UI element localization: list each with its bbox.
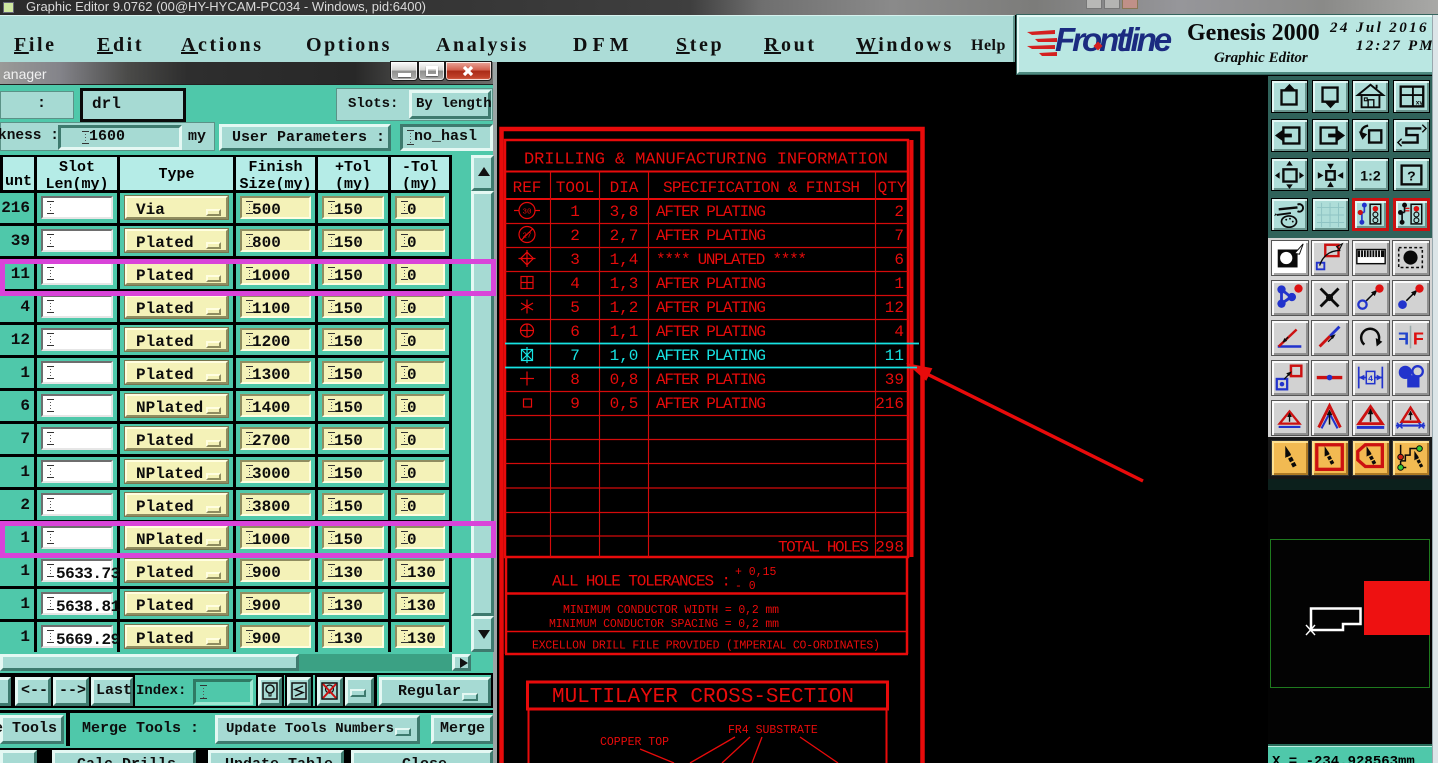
svg-text:DIA: DIA [610, 179, 639, 197]
svg-text:2: 2 [894, 203, 904, 221]
svg-text:AFTER PLATING: AFTER PLATING [656, 275, 766, 293]
svg-text:1,2: 1,2 [610, 299, 639, 317]
svg-text:SPECIFICATION & FINISH: SPECIFICATION & FINISH [663, 179, 860, 197]
svg-text:298: 298 [875, 539, 904, 557]
svg-text:MULTILAYER CROSS-SECTION: MULTILAYER CROSS-SECTION [552, 686, 854, 709]
svg-text:11: 11 [885, 347, 904, 365]
svg-text:F: F [1413, 329, 1424, 349]
svg-text:AFTER PLATING: AFTER PLATING [656, 299, 766, 317]
svg-text:AFTER PLATING: AFTER PLATING [656, 203, 766, 221]
svg-text:DRILLING & MANUFACTURING INFOR: DRILLING & MANUFACTURING INFORMATION [524, 151, 888, 170]
svg-text:AFTER PLATING: AFTER PLATING [656, 227, 766, 245]
svg-text:- 0: - 0 [735, 580, 756, 593]
svg-text:MINIMUM CONDUCTOR SPACING = 0,: MINIMUM CONDUCTOR SPACING = 0,2 mm [549, 618, 779, 631]
svg-text:F: F [1398, 329, 1409, 349]
svg-text:COPPER TOP: COPPER TOP [600, 736, 669, 749]
svg-text:6: 6 [894, 251, 904, 269]
svg-text:AFTER PLATING: AFTER PLATING [656, 395, 766, 413]
svg-text:3: 3 [570, 251, 580, 269]
svg-text:?: ? [1407, 170, 1415, 186]
svg-text:TOOL: TOOL [556, 179, 594, 197]
svg-text:0,5: 0,5 [610, 395, 639, 413]
svg-text:2,7: 2,7 [610, 227, 639, 245]
svg-text:9: 9 [570, 395, 580, 413]
svg-text:+ 0,15: + 0,15 [735, 566, 777, 579]
svg-text:xy: xy [1416, 99, 1424, 106]
svg-text:1,3: 1,3 [610, 275, 639, 293]
svg-text:ALL HOLE TOLERANCES :: ALL HOLE TOLERANCES : [552, 573, 731, 591]
svg-text:1,4: 1,4 [610, 251, 639, 269]
svg-text:REF: REF [513, 179, 542, 197]
svg-text:1,1: 1,1 [610, 323, 639, 341]
svg-text:5: 5 [570, 299, 580, 317]
svg-text:1: 1 [570, 203, 580, 221]
svg-text:216: 216 [875, 395, 904, 413]
svg-text:4: 4 [894, 323, 904, 341]
svg-text:MINIMUM CONDUCTOR WIDTH = 0,2: MINIMUM CONDUCTOR WIDTH = 0,2 mm [563, 604, 779, 617]
svg-text:7: 7 [894, 227, 904, 245]
svg-text:TOTAL HOLES: TOTAL HOLES [778, 539, 869, 557]
svg-text:QTY: QTY [878, 179, 907, 197]
svg-text:39: 39 [885, 371, 904, 389]
svg-text:4: 4 [1368, 374, 1373, 384]
svg-text:8: 8 [570, 371, 580, 389]
svg-text:30: 30 [522, 209, 532, 217]
svg-text:0,8: 0,8 [610, 371, 639, 389]
svg-text:FR4 SUBSTRATE: FR4 SUBSTRATE [728, 724, 818, 737]
svg-text:AFTER PLATING: AFTER PLATING [656, 347, 766, 365]
svg-text:12: 12 [885, 299, 904, 317]
svg-text:**** UNPLATED ****: **** UNPLATED **** [656, 251, 807, 269]
svg-text:3,8: 3,8 [610, 203, 639, 221]
svg-text:1: 1 [894, 275, 904, 293]
svg-text:7: 7 [570, 347, 580, 365]
svg-text:2: 2 [570, 227, 580, 245]
svg-text:1,0: 1,0 [610, 347, 639, 365]
svg-text:1:2: 1:2 [1360, 168, 1381, 184]
svg-text:EXCELLON DRILL FILE PROVIDED (: EXCELLON DRILL FILE PROVIDED (IMPERIAL C… [532, 640, 880, 653]
svg-text:6: 6 [570, 323, 580, 341]
svg-text:AFTER PLATING: AFTER PLATING [656, 323, 766, 341]
svg-text:AFTER PLATING: AFTER PLATING [656, 371, 766, 389]
svg-text:4: 4 [570, 275, 580, 293]
